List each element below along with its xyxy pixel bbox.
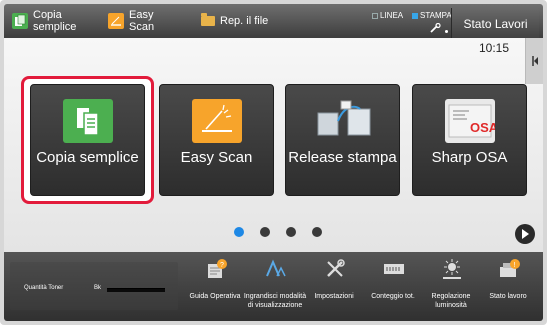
line-status-box <box>372 12 378 19</box>
bottom-item-label: Conteggio tot. <box>371 293 415 300</box>
side-panel-tab[interactable] <box>525 38 543 84</box>
print-indicator: STAMPA. <box>412 11 454 20</box>
folder-icon <box>201 13 215 29</box>
shortcut-rep-il-file[interactable]: Rep. il file <box>201 6 291 36</box>
regolazione-luminosita-button[interactable]: Regolazione luminosità <box>423 258 479 318</box>
toner-panel: Quantità Toner Bk <box>10 262 178 310</box>
counter-icon <box>384 264 404 274</box>
tile-sharp-osa[interactable]: OSA Sharp OSA <box>412 84 527 196</box>
settings-tools-icon <box>327 259 345 277</box>
top-bar: Copia semplice Easy Scan Rep. il file LI… <box>4 4 543 40</box>
bottom-item-label: Guida Operativa <box>189 293 241 300</box>
toner-label: Quantità Toner <box>24 285 64 291</box>
tile-label: Release stampa <box>288 149 397 166</box>
status-dot <box>445 30 448 33</box>
zoom-text-icon <box>266 259 286 277</box>
brightness-icon <box>443 259 461 279</box>
impostazioni-button[interactable]: Impostazioni <box>306 258 362 318</box>
play-right-icon <box>522 229 529 239</box>
chevron-left-icon <box>531 56 538 66</box>
tile-label: Copia semplice <box>36 149 139 166</box>
toner-color-label: Bk <box>94 285 102 291</box>
tile-release-stampa[interactable]: Release stampa <box>285 84 400 196</box>
bottom-bar: Quantità Toner Bk ? Guida Operativa Ingr… <box>4 252 543 321</box>
device-frame: Copia semplice Easy Scan Rep. il file LI… <box>0 0 547 325</box>
maintenance-icon <box>430 23 441 33</box>
print-label: STAMPA. <box>420 11 454 20</box>
line-label: LINEA <box>380 11 404 20</box>
shortcut-easy-scan[interactable]: Easy Scan <box>108 6 168 36</box>
next-page-button[interactable] <box>515 224 535 244</box>
stato-lavori-button[interactable]: Stato Lavori <box>451 8 539 40</box>
copy-icon <box>63 99 113 143</box>
bottom-item-label: Stato lavoro <box>489 293 527 300</box>
conteggio-button[interactable]: Conteggio tot. <box>365 258 421 318</box>
page-indicator <box>234 227 322 237</box>
scan-icon <box>192 99 242 143</box>
osa-logo-text: OSA <box>470 120 495 135</box>
line-indicator: LINEA <box>372 11 403 20</box>
tile-easy-scan[interactable]: Easy Scan <box>159 84 274 196</box>
page-dot-2[interactable] <box>260 227 270 237</box>
page-dot-3[interactable] <box>286 227 296 237</box>
guida-operativa-button[interactable]: ? Guida Operativa <box>187 258 243 318</box>
copy-icon <box>12 13 28 29</box>
svg-text:?: ? <box>220 262 224 269</box>
tile-label: Easy Scan <box>180 149 253 166</box>
stato-lavoro-button[interactable]: ! Stato lavoro <box>480 258 536 318</box>
scan-icon <box>108 13 124 29</box>
page-dot-4[interactable] <box>312 227 322 237</box>
home-screen: 10:15 Copia semplice Easy Scan Release s… <box>4 38 543 252</box>
tile-copia-semplice[interactable]: Copia semplice <box>30 84 145 196</box>
bottom-item-label: Regolazione luminosità <box>431 293 471 309</box>
clock: 10:15 <box>478 41 510 55</box>
release-print-icon <box>308 99 378 143</box>
print-status-box <box>412 12 418 19</box>
job-status-icon: ! <box>500 259 520 277</box>
guide-icon: ? <box>208 259 227 278</box>
page-dot-1[interactable] <box>234 227 244 237</box>
bottom-item-label: Impostazioni <box>314 293 354 300</box>
sharp-osa-icon: OSA <box>445 99 499 143</box>
ingrandisci-button[interactable]: Ingrandisci modalità di visualizzazione <box>244 258 306 318</box>
tile-label: Sharp OSA <box>431 149 508 166</box>
shortcut-label: Copia semplice <box>33 9 77 33</box>
toner-level-bar <box>107 288 165 292</box>
bottom-item-label: Ingrandisci modalità di visualizzazione <box>243 293 307 309</box>
svg-text:!: ! <box>514 262 516 269</box>
shortcut-label: Easy Scan <box>129 9 155 33</box>
shortcut-copia-semplice[interactable]: Copia semplice <box>12 6 77 36</box>
shortcut-label: Rep. il file <box>220 15 269 27</box>
